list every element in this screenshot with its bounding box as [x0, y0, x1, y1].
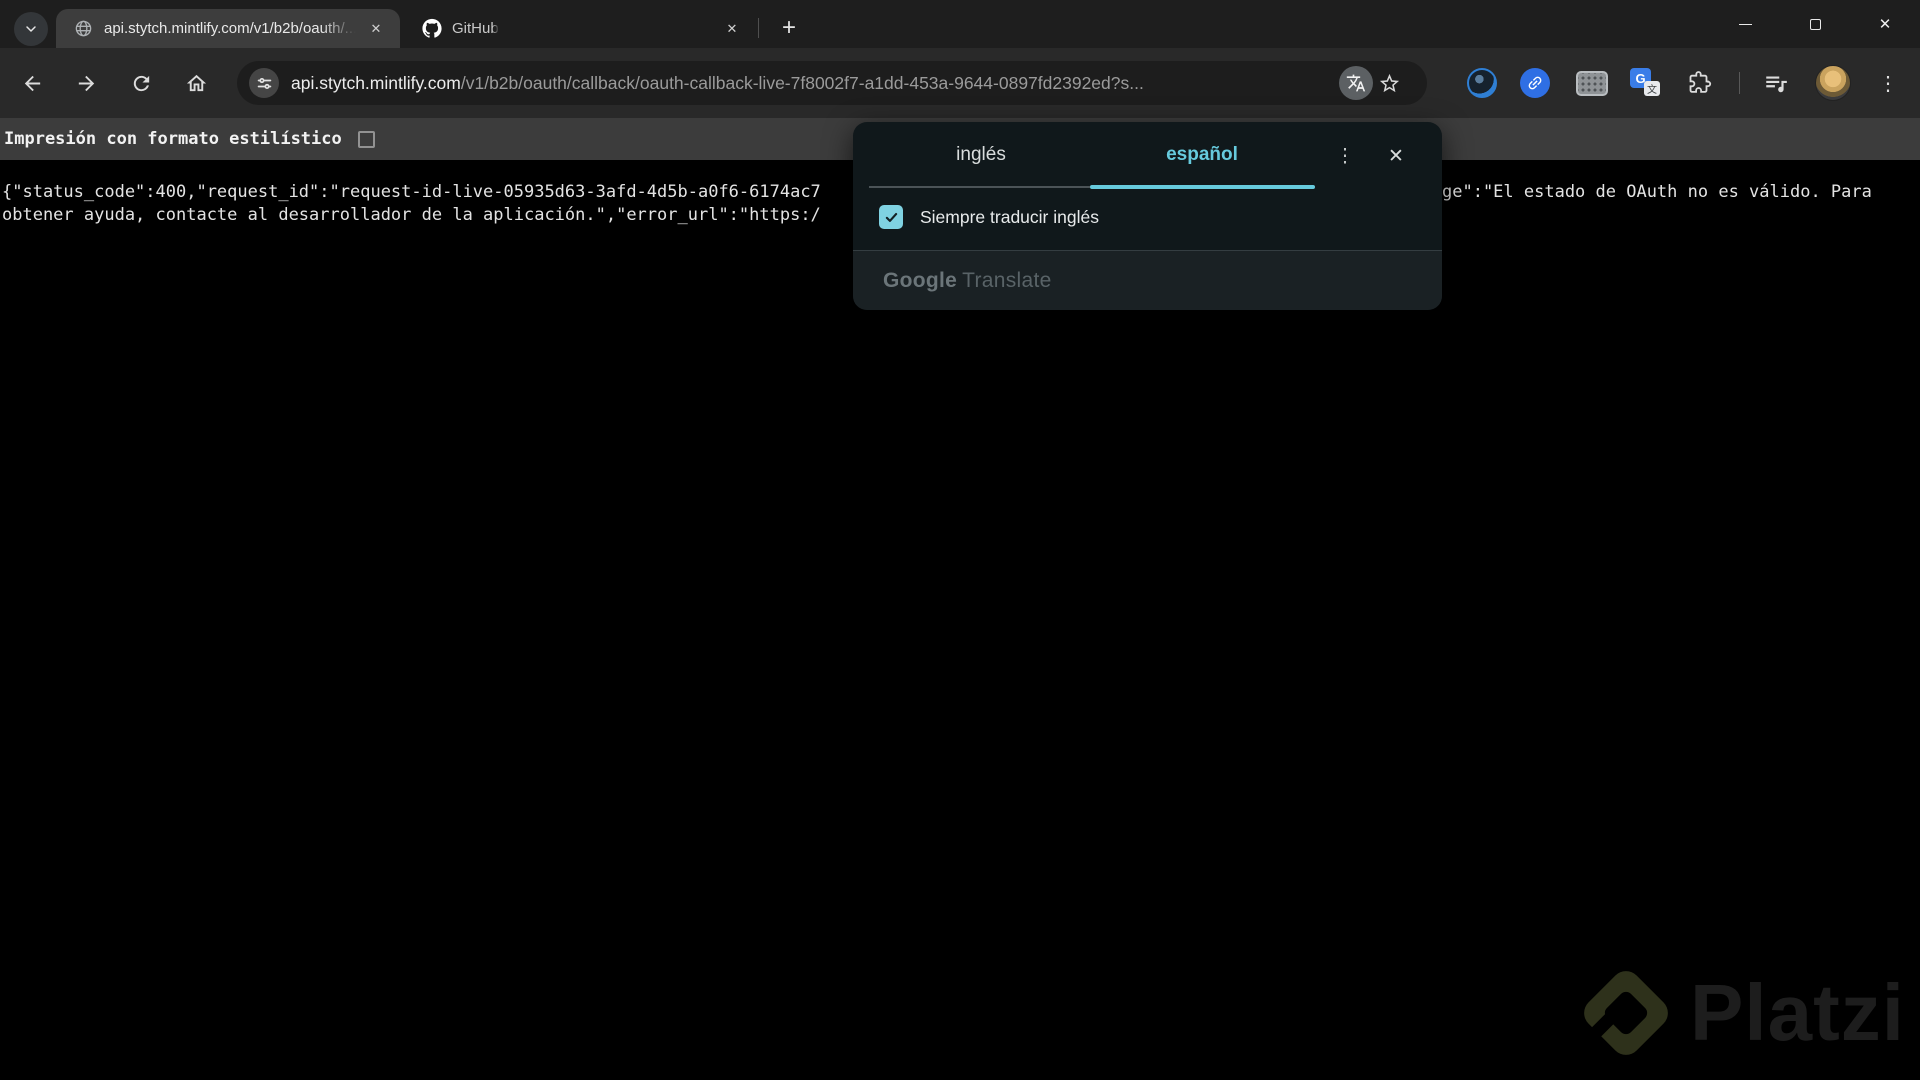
toolbar: api.stytch.mintlify.com/v1/b2b/oauth/cal…	[0, 48, 1920, 118]
more-options-icon: ⋮	[1335, 145, 1355, 167]
json-line-2: obtener ayuda, contacte al desarrollador…	[2, 205, 821, 225]
always-translate-row: Siempre traducir inglés	[879, 204, 1099, 230]
bookmark-star-icon	[1379, 73, 1399, 92]
forward-button[interactable]	[64, 61, 108, 105]
github-icon	[422, 18, 442, 39]
translate-active-tab-underline	[1090, 185, 1315, 189]
toolbar-separator	[1739, 72, 1740, 94]
url-path: /v1/b2b/oauth/callback/oauth-callback-li…	[460, 73, 1144, 93]
checkmark-icon	[885, 212, 897, 222]
avatar[interactable]	[1815, 65, 1851, 101]
tab-stytch[interactable]: api.stytch.mintlify.com/v1/b2b/oauth/...…	[56, 9, 400, 48]
tab-title: GitHub	[452, 20, 499, 37]
chevron-down-icon	[26, 26, 36, 32]
translate-tab-divider	[869, 186, 1090, 188]
translate-page-button[interactable]	[1339, 66, 1373, 100]
close-window-button[interactable]: ✕	[1850, 0, 1920, 48]
sphere-extension-icon[interactable]	[1467, 68, 1497, 98]
translate-extension-icon[interactable]: G 文	[1630, 68, 1660, 96]
link-extension-icon[interactable]	[1520, 68, 1550, 98]
tune-icon	[257, 77, 271, 89]
forward-icon	[78, 75, 94, 91]
window-controls: ✕	[1710, 0, 1920, 48]
browser-window: api.stytch.mintlify.com/v1/b2b/oauth/...…	[0, 0, 1920, 1080]
browser-menu-button[interactable]: ⋮	[1872, 63, 1904, 103]
platzi-logo-icon	[1584, 971, 1668, 1055]
extensions-puzzle-icon	[1689, 71, 1712, 93]
tab-strip: api.stytch.mintlify.com/v1/b2b/oauth/...…	[0, 0, 1920, 48]
tab-github[interactable]: GitHub ✕	[404, 9, 756, 48]
translate-extension-wen: 文	[1644, 81, 1660, 96]
bookmark-button[interactable]	[1371, 71, 1407, 95]
keyboard-extension-icon[interactable]	[1576, 71, 1608, 96]
new-tab-button[interactable]: +	[772, 11, 806, 45]
translate-badge-icon	[1346, 74, 1366, 92]
google-translate-brand: Google Translate	[883, 269, 1052, 293]
translate-popup: inglés español ⋮ ✕ Siempre traducir ingl…	[853, 122, 1442, 310]
media-controls-button[interactable]	[1760, 68, 1792, 98]
minimize-button[interactable]	[1710, 0, 1780, 48]
tab-divider	[758, 18, 759, 38]
pretty-print-label: Impresión con formato estilístico	[4, 129, 342, 149]
extensions-button[interactable]	[1686, 68, 1714, 96]
tab-search-button[interactable]	[14, 12, 48, 46]
address-bar[interactable]: api.stytch.mintlify.com/v1/b2b/oauth/cal…	[237, 61, 1427, 105]
close-tab-icon[interactable]: ✕	[364, 17, 388, 41]
url-text: api.stytch.mintlify.com/v1/b2b/oauth/cal…	[291, 61, 1144, 105]
site-settings-button[interactable]	[249, 68, 279, 98]
translate-source-tab[interactable]: inglés	[873, 122, 1089, 188]
maximize-icon	[1809, 18, 1821, 30]
close-tab-icon[interactable]: ✕	[720, 17, 744, 41]
always-translate-checkbox[interactable]	[879, 205, 903, 229]
globe-icon	[74, 19, 94, 39]
reload-icon	[133, 75, 149, 91]
minimize-icon	[1738, 23, 1752, 25]
url-domain: api.stytch.mintlify.com	[291, 73, 461, 93]
media-playlist-icon	[1766, 76, 1787, 93]
always-translate-label: Siempre traducir inglés	[920, 206, 1099, 227]
translate-target-tab[interactable]: español	[1089, 122, 1315, 188]
brand-translate: Translate	[962, 268, 1052, 292]
json-line-1-left: {"status_code":400,"request_id":"request…	[2, 182, 821, 202]
brand-google: Google	[883, 268, 958, 292]
close-icon: ✕	[1878, 16, 1892, 33]
translate-options-button[interactable]: ⋮	[1329, 140, 1361, 172]
translate-close-button[interactable]: ✕	[1379, 140, 1413, 172]
home-button[interactable]	[174, 61, 218, 105]
translate-footer: Google Translate	[853, 250, 1442, 310]
platzi-watermark: Platzi	[1576, 958, 1905, 1068]
back-icon	[24, 75, 40, 91]
reload-button[interactable]	[119, 61, 163, 105]
json-line-1-right: ge":"El estado de OAuth no es válido. Pa…	[1442, 182, 1872, 202]
back-button[interactable]	[10, 61, 54, 105]
maximize-button[interactable]	[1780, 0, 1850, 48]
home-icon	[186, 74, 206, 91]
close-icon: ✕	[1388, 145, 1404, 167]
kebab-menu-icon: ⋮	[1878, 72, 1898, 95]
tab-title: api.stytch.mintlify.com/v1/b2b/oauth/...	[104, 20, 356, 37]
pretty-print-checkbox[interactable]	[357, 130, 375, 148]
platzi-watermark-text: Platzi	[1690, 968, 1905, 1057]
